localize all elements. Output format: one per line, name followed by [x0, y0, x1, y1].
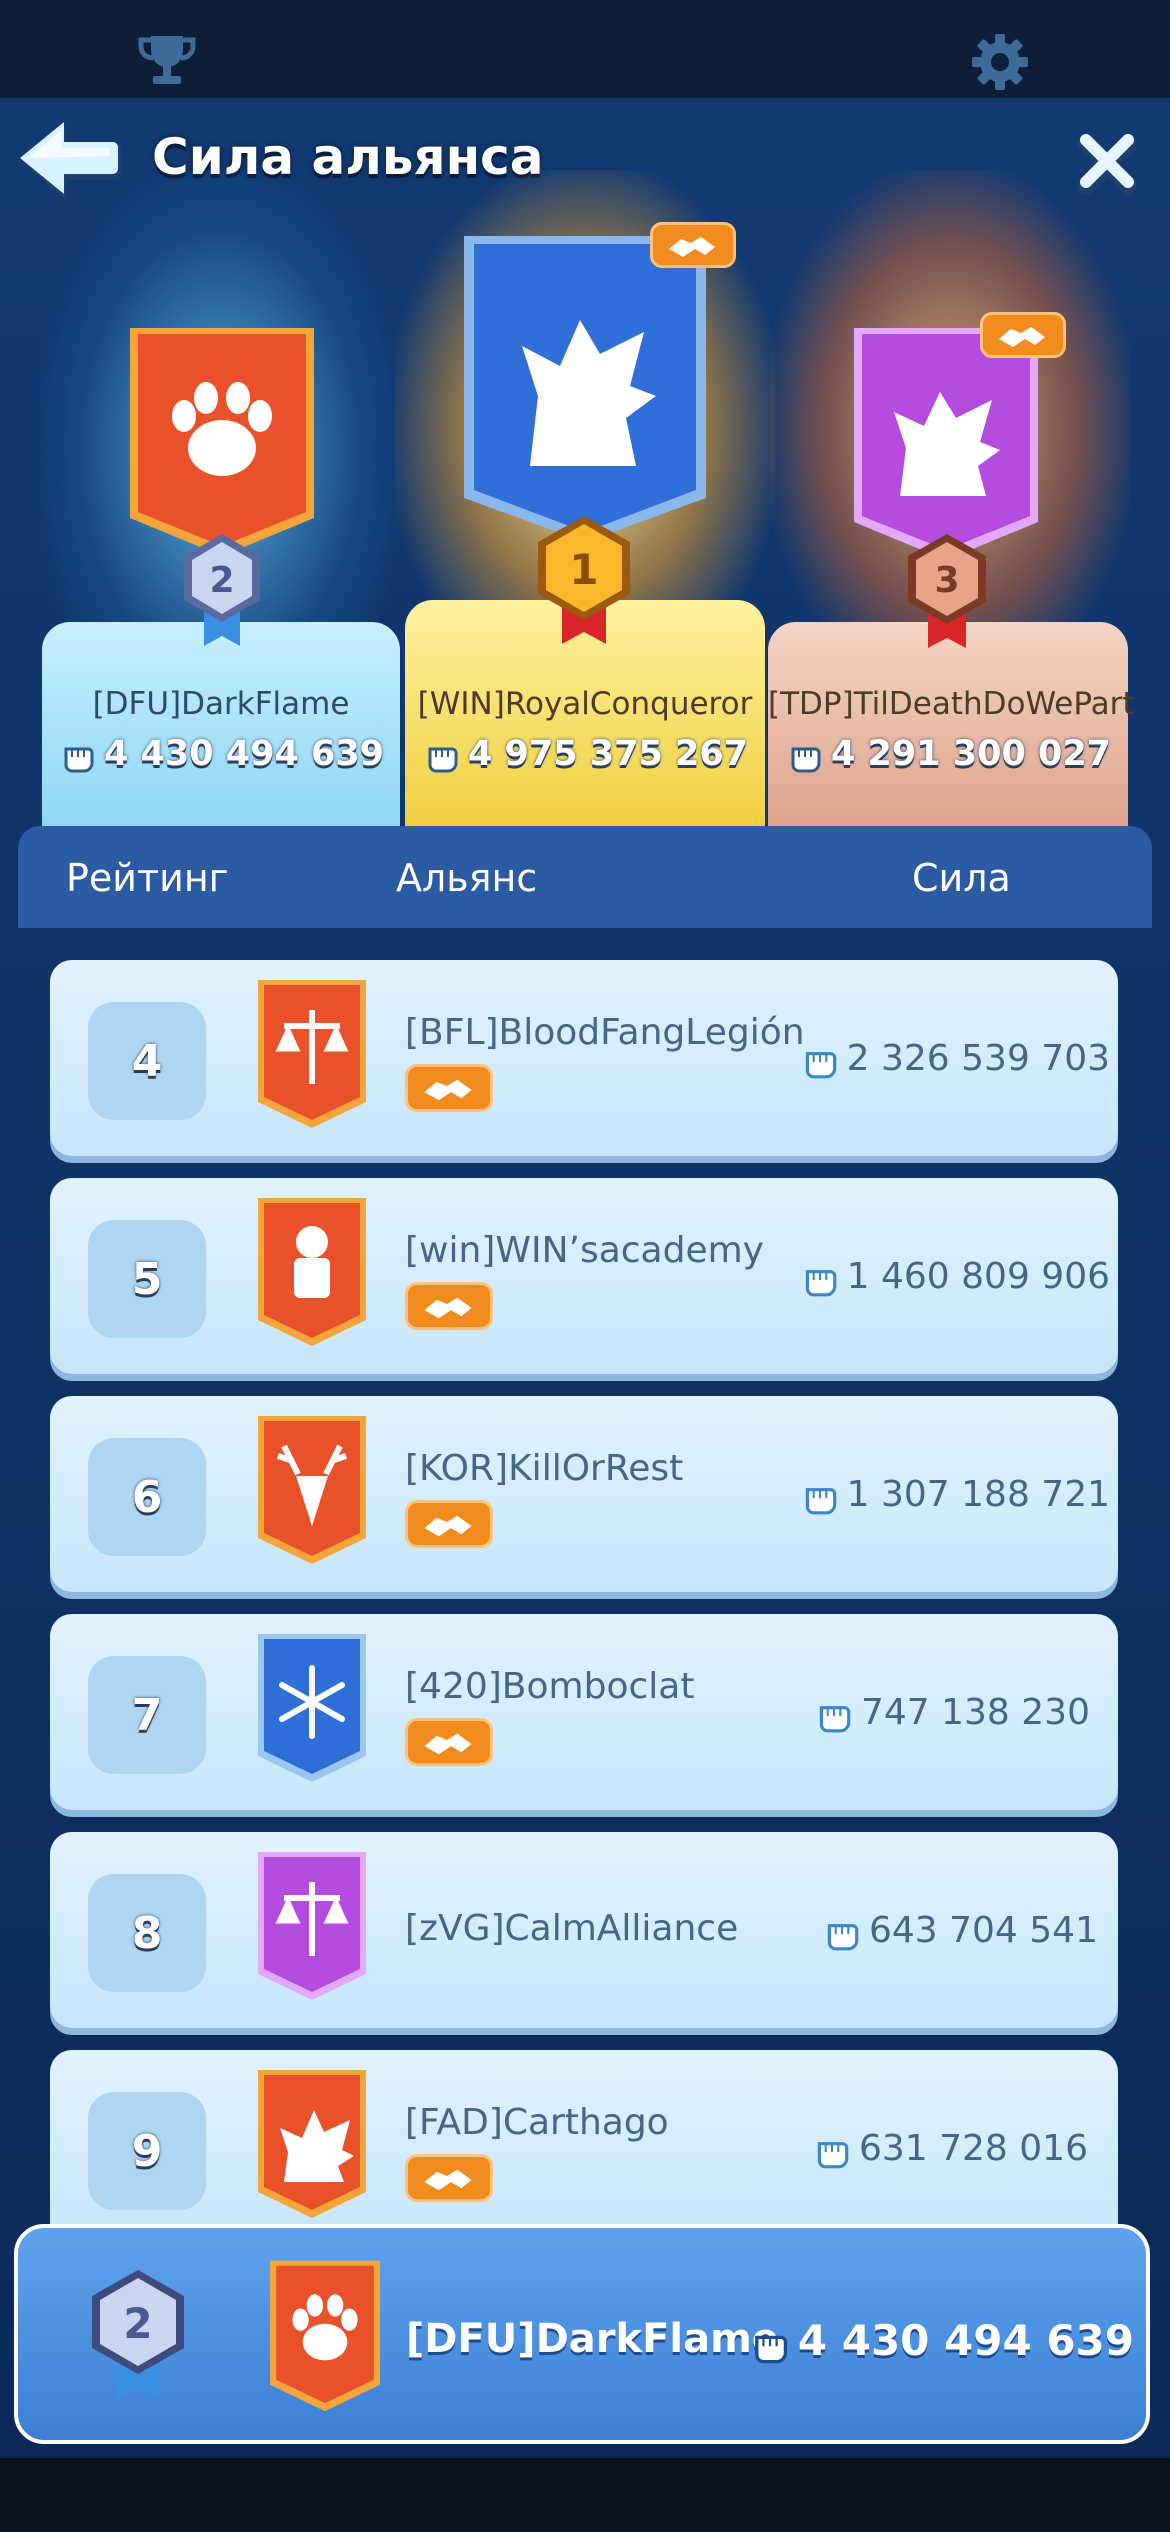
handshake-icon — [424, 1079, 472, 1101]
alliance-power: 631 728 016 — [811, 2128, 1088, 2171]
alliance-banner — [258, 1852, 366, 2000]
alliance-banner-2[interactable] — [124, 328, 320, 558]
table-row[interactable]: 9 [FAD]Carthago 631 728 016 — [50, 2050, 1118, 2246]
alliance-banner-1[interactable] — [460, 236, 710, 546]
ally-tag — [405, 1718, 493, 1766]
alliance-power: 2 326 539 703 — [799, 1038, 1110, 1081]
rank-badge: 5 — [88, 1220, 206, 1338]
ally-tag — [405, 1500, 493, 1548]
fist-icon — [428, 747, 458, 773]
podium-name: [WIN]RoyalConqueror — [417, 686, 753, 722]
ally-tag — [980, 312, 1066, 358]
alliance-name: [420]Bomboclat — [405, 1666, 695, 1707]
ally-tag — [405, 2154, 493, 2202]
table-row[interactable]: 8 [zVG]CalmAlliance 643 704 541 — [50, 1832, 1118, 2028]
fist-icon — [827, 1924, 859, 1951]
handshake-icon — [424, 1733, 472, 1755]
alliance-power: 1 460 809 906 — [799, 1256, 1110, 1299]
rank-badge: 6 — [88, 1438, 206, 1556]
rank-badge: 7 — [88, 1656, 206, 1774]
rank-badge: 4 — [88, 1002, 206, 1120]
alliance-banner — [258, 1634, 366, 1782]
svg-text:2: 2 — [123, 2299, 152, 2348]
table-row[interactable]: 4 [BFL]BloodFangLegión 2 326 539 703 — [50, 960, 1118, 1156]
alliance-name: [zVG]CalmAlliance — [405, 1908, 739, 1949]
podium-power: 4 975 375 267 — [405, 734, 765, 775]
alliance-name: [FAD]Carthago — [405, 2102, 669, 2143]
rank-badge: 8 — [88, 1874, 206, 1992]
podium-power: 4 430 494 639 — [42, 734, 400, 775]
top-bar — [0, 0, 1170, 98]
bottom-strip — [0, 2458, 1170, 2532]
svg-text:1: 1 — [569, 545, 598, 594]
alliance-power: 1 307 188 721 — [799, 1474, 1110, 1517]
podium-power: 4 291 300 027 — [768, 734, 1128, 775]
my-alliance-row[interactable]: 2 [DFU]DarkFlame 4 430 494 639 — [14, 2224, 1150, 2444]
handshake-icon — [669, 237, 715, 257]
fist-icon — [791, 747, 821, 773]
fist-icon — [755, 2335, 787, 2363]
ally-tag — [650, 222, 736, 268]
alliance-power: 747 138 230 — [813, 1692, 1090, 1735]
table-row[interactable]: 7 [420]Bomboclat 747 138 230 — [50, 1614, 1118, 1810]
svg-text:3: 3 — [934, 560, 959, 601]
fist-icon — [819, 1706, 851, 1733]
column-power: Сила — [912, 856, 1011, 900]
alliance-name: [KOR]KillOrRest — [405, 1448, 684, 1489]
alliance-power: 643 704 541 — [821, 1910, 1098, 1953]
alliance-banner — [258, 2070, 366, 2218]
handshake-icon — [999, 327, 1045, 347]
alliance-banner — [258, 1416, 366, 1564]
ally-tag — [405, 1064, 493, 1112]
rank-badge: 9 — [88, 2092, 206, 2210]
handshake-icon — [424, 1297, 472, 1319]
table-row[interactable]: 5 [win]WIN’sacademy 1 460 809 906 — [50, 1178, 1118, 1374]
handshake-icon — [424, 1515, 472, 1537]
alliance-banner-3[interactable] — [848, 328, 1044, 564]
medal-2-icon: 2 — [184, 534, 260, 646]
medal-3-icon: 3 — [908, 534, 986, 648]
alliance-banner — [270, 2260, 380, 2412]
alliance-banner — [258, 980, 366, 1128]
alliance-banner — [258, 1198, 366, 1346]
fist-emblem-icon — [294, 1226, 330, 1298]
handshake-icon — [424, 2169, 472, 2191]
ally-tag — [405, 1282, 493, 1330]
my-alliance-name: [DFU]DarkFlame — [406, 2316, 779, 2362]
podium-plate-2[interactable]: [DFU]DarkFlame 4 430 494 639 — [42, 622, 400, 827]
fist-icon — [805, 1052, 836, 1079]
medal-2-icon: 2 — [92, 2270, 184, 2400]
column-alliance: Альянс — [396, 856, 538, 900]
fist-icon — [817, 2142, 849, 2169]
podium-plate-3[interactable]: [TDP]TilDeathDoWePart 4 291 300 027 — [768, 622, 1135, 827]
podium-name: [DFU]DarkFlame — [92, 686, 350, 722]
fist-icon — [805, 1270, 836, 1297]
alliance-name: [win]WIN’sacademy — [405, 1230, 764, 1271]
fist-icon — [805, 1488, 836, 1515]
table-row[interactable]: 6 [KOR]KillOrRest 1 307 188 721 — [50, 1396, 1118, 1592]
table-header: Рейтинг Альянс Сила — [18, 826, 1152, 928]
podium-name: [TDP]TilDeathDoWePart — [768, 686, 1135, 722]
column-rank: Рейтинг — [66, 856, 229, 900]
medal-1-icon: 1 — [538, 516, 630, 644]
alliance-name: [BFL]BloodFangLegión — [405, 1012, 805, 1053]
trophy-icon[interactable] — [135, 30, 199, 94]
gear-icon[interactable] — [968, 30, 1032, 94]
fist-icon — [64, 747, 94, 773]
my-alliance-power: 4 430 494 639 — [748, 2316, 1134, 2366]
svg-text:2: 2 — [209, 560, 234, 601]
